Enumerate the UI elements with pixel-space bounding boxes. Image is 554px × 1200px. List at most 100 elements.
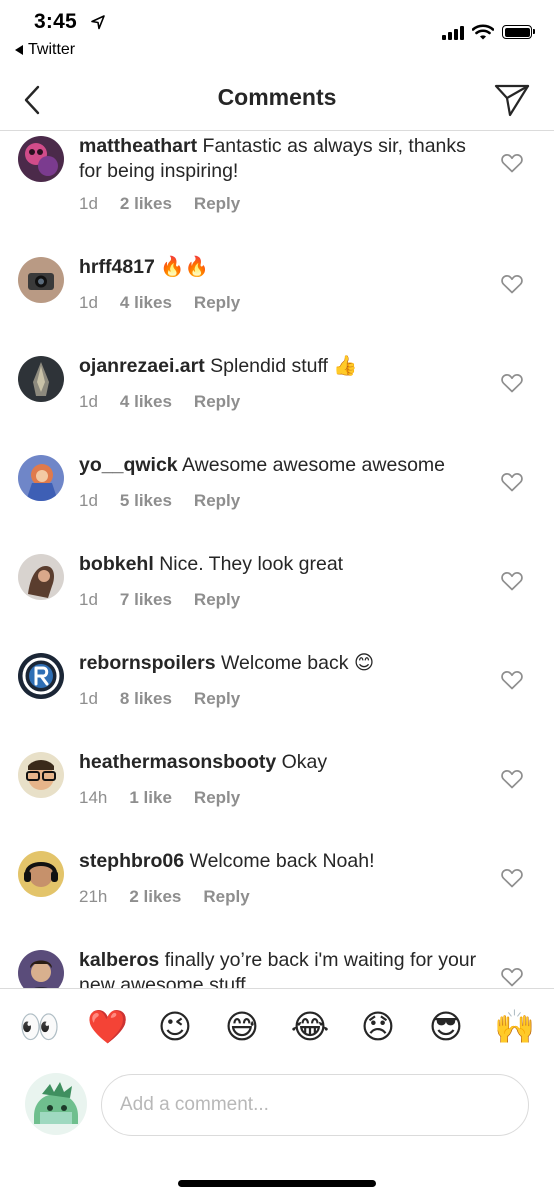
comment-item: kalberos finally yo’re back i'm waiting … — [0, 923, 554, 988]
comment-likes-link[interactable]: 4 likes — [120, 392, 172, 412]
emoji-wink-button[interactable]: 😉 — [155, 1007, 195, 1047]
comment-text: mattheathart Fantastic as always sir, th… — [79, 134, 479, 184]
comment-username[interactable]: ojanrezaei.art — [79, 355, 205, 377]
comment-item: hrff4817 🔥🔥 1d 4 likes Reply — [0, 230, 554, 329]
comment-meta: 1d 4 likes Reply — [79, 392, 240, 412]
reply-button[interactable]: Reply — [194, 293, 240, 313]
comment-likes-link[interactable]: 5 likes — [120, 491, 172, 511]
current-user-avatar — [24, 1072, 88, 1136]
avatar[interactable] — [18, 851, 64, 897]
comment-item: yo__qwick Awesome awesome awesome 1d 5 l… — [0, 428, 554, 527]
heart-icon[interactable] — [500, 371, 524, 395]
reply-button[interactable]: Reply — [194, 689, 240, 709]
comment-body: 🔥🔥 — [160, 256, 209, 278]
comment-meta: 1d 5 likes Reply — [79, 491, 240, 511]
heart-icon[interactable] — [500, 151, 524, 175]
emoji-raised-hands-button[interactable]: 🙌 — [494, 1007, 535, 1047]
emoji-joy-button[interactable]: 😂 — [290, 1007, 330, 1047]
reply-button[interactable]: Reply — [194, 590, 240, 610]
comment-likes-link[interactable]: 1 like — [129, 788, 172, 808]
emoji-sweat-smile-button[interactable]: 😅 — [222, 1007, 262, 1047]
comment-age: 1d — [79, 590, 98, 609]
wifi-icon — [472, 24, 494, 40]
comment-meta: 1d 2 likes Reply — [79, 194, 240, 214]
comment-text: hrff4817 🔥🔥 — [79, 255, 479, 280]
comment-meta: 21h 2 likes Reply — [79, 887, 250, 907]
comment-likes-link[interactable]: 8 likes — [120, 689, 172, 709]
emoji-heart-button[interactable]: ❤️ — [87, 1007, 128, 1047]
comment-text: stephbro06 Welcome back Noah! — [79, 849, 479, 874]
heart-icon[interactable] — [500, 866, 524, 890]
comment-username[interactable]: rebornspoilers — [79, 652, 216, 674]
comment-age: 1d — [79, 194, 98, 213]
comment-username[interactable]: bobkehl — [79, 553, 154, 575]
emoji-sunglasses-button[interactable]: 😎 — [426, 1007, 466, 1047]
comment-item: bobkehl Nice. They look great 1d 7 likes… — [0, 527, 554, 626]
comment-text: rebornspoilers Welcome back 😊 — [79, 651, 479, 676]
comment-input[interactable] — [101, 1074, 529, 1136]
avatar[interactable] — [18, 752, 64, 798]
comment-username[interactable]: hrff4817 — [79, 256, 155, 278]
comment-likes-link[interactable]: 2 likes — [120, 194, 172, 214]
comment-username[interactable]: mattheathart — [79, 135, 197, 157]
comment-composer — [0, 1068, 554, 1158]
comment-item: rebornspoilers Welcome back 😊 1d 8 likes… — [0, 626, 554, 725]
comment-text: yo__qwick Awesome awesome awesome — [79, 453, 479, 478]
comments-list[interactable]: mattheathart Fantastic as always sir, th… — [0, 131, 554, 988]
avatar[interactable] — [18, 653, 64, 699]
home-indicator[interactable] — [178, 1180, 376, 1187]
emoji-disappointed-button[interactable]: 😞 — [358, 1007, 398, 1047]
comment-text: bobkehl Nice. They look great — [79, 552, 479, 577]
avatar[interactable] — [18, 356, 64, 402]
comment-age: 1d — [79, 689, 98, 708]
comment-username[interactable]: stephbro06 — [79, 850, 184, 872]
comment-body: Welcome back 😊 — [220, 652, 375, 674]
comment-username[interactable]: kalberos — [79, 949, 159, 971]
back-app-label: Twitter — [28, 41, 76, 58]
comment-meta: 1d 4 likes Reply — [79, 293, 240, 313]
back-to-app-button[interactable]: Twitter — [15, 41, 75, 59]
back-triangle-icon — [15, 45, 23, 55]
comment-text: ojanrezaei.art Splendid stuff 👍 — [79, 354, 479, 379]
heart-icon[interactable] — [500, 965, 524, 988]
heart-icon[interactable] — [500, 470, 524, 494]
page-title: Comments — [217, 84, 337, 110]
heart-icon[interactable] — [500, 569, 524, 593]
reply-button[interactable]: Reply — [194, 491, 240, 511]
share-button[interactable] — [490, 78, 534, 122]
avatar[interactable] — [18, 257, 64, 303]
comment-username[interactable]: heathermasonsbooty — [79, 751, 276, 773]
comment-likes-link[interactable]: 4 likes — [120, 293, 172, 313]
comment-likes-link[interactable]: 2 likes — [129, 887, 181, 907]
comment-age: 1d — [79, 293, 98, 312]
comment-body: Okay — [281, 751, 328, 773]
avatar[interactable] — [18, 136, 64, 182]
comment-likes-link[interactable]: 7 likes — [120, 590, 172, 610]
battery-icon — [502, 25, 535, 39]
cellular-signal-icon — [442, 24, 464, 40]
comment-username[interactable]: yo__qwick — [79, 454, 178, 476]
comment-item: mattheathart Fantastic as always sir, th… — [0, 131, 554, 230]
reply-button[interactable]: Reply — [194, 788, 240, 808]
emoji-eyes-button[interactable]: 👀 — [19, 1007, 60, 1047]
comment-meta: 14h 1 like Reply — [79, 788, 240, 808]
comment-body: Nice. They look great — [159, 553, 344, 575]
comment-item: heathermasonsbooty Okay 14h 1 like Reply — [0, 725, 554, 824]
status-bar: 3:45 Twitter — [0, 0, 554, 72]
comment-meta: 1d 8 likes Reply — [79, 689, 240, 709]
comment-text: heathermasonsbooty Okay — [79, 750, 479, 775]
avatar[interactable] — [18, 950, 64, 988]
comment-age: 14h — [79, 788, 108, 807]
avatar[interactable] — [18, 554, 64, 600]
paper-plane-icon — [494, 84, 530, 117]
avatar[interactable] — [18, 455, 64, 501]
reply-button[interactable]: Reply — [194, 194, 240, 214]
system-icons — [442, 24, 535, 40]
heart-icon[interactable] — [500, 668, 524, 692]
reply-button[interactable]: Reply — [203, 887, 249, 907]
heart-icon[interactable] — [500, 272, 524, 296]
comment-meta: 1d 7 likes Reply — [79, 590, 240, 610]
reply-button[interactable]: Reply — [194, 392, 240, 412]
heart-icon[interactable] — [500, 767, 524, 791]
comment-text: kalberos finally yo’re back i'm waiting … — [79, 948, 479, 988]
